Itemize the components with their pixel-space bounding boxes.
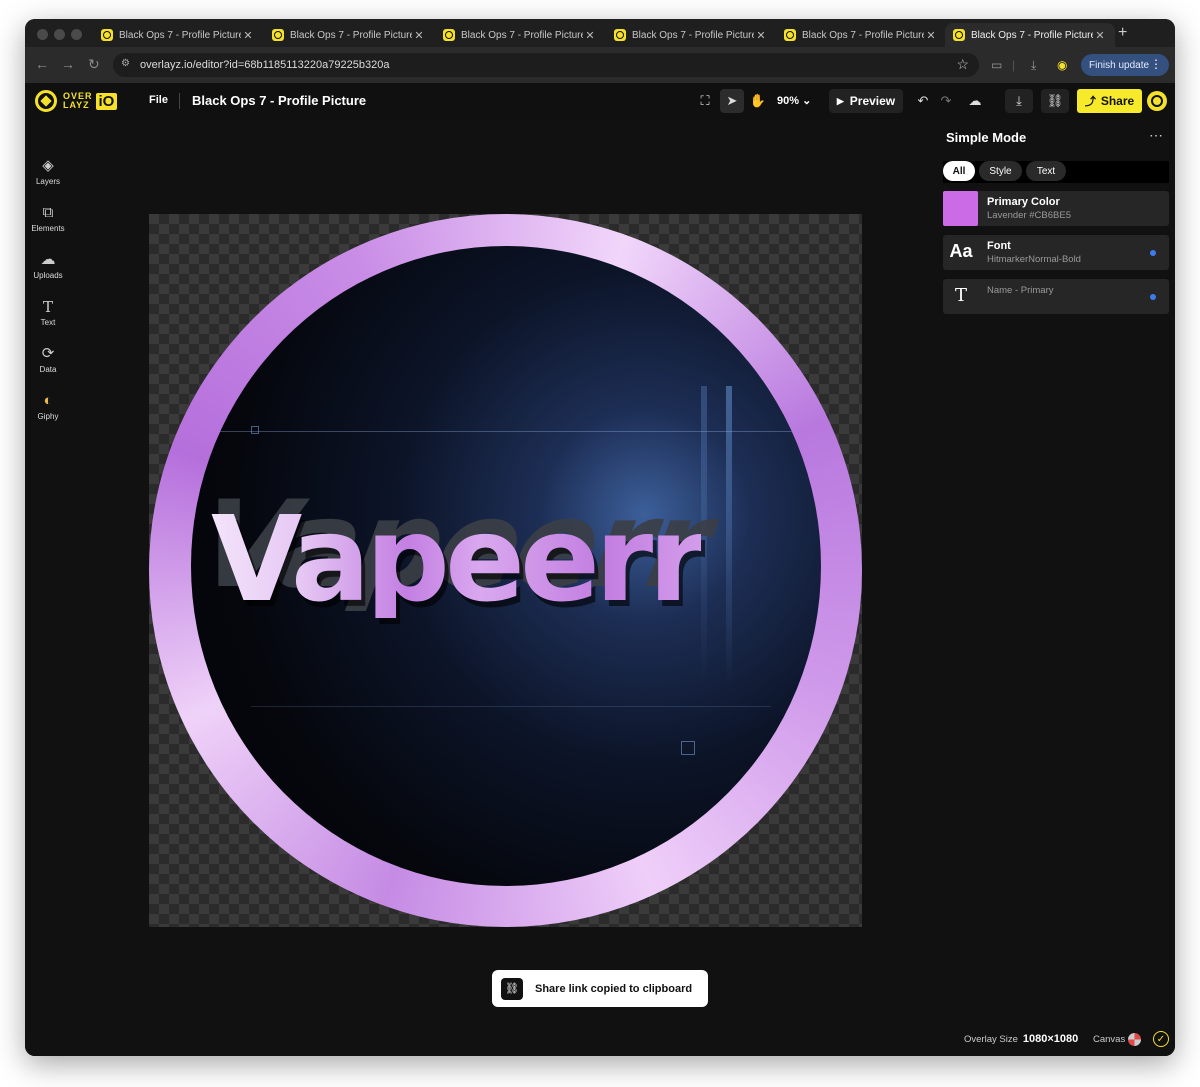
elements-icon: ⧉: [42, 204, 54, 221]
browser-window: Black Ops 7 - Profile Picture ✕ Black Op…: [25, 19, 1175, 1056]
tab-search-icon[interactable]: ▭: [991, 58, 1002, 72]
sidebar-item-giphy[interactable]: ◐ Giphy: [25, 392, 71, 421]
close-tab-icon[interactable]: ✕: [412, 29, 426, 42]
extension-icon[interactable]: ◉: [1057, 58, 1067, 72]
panel-title: Simple Mode: [946, 130, 1027, 145]
overlayz-favicon-icon: [614, 29, 626, 41]
account-avatar-icon[interactable]: [1147, 91, 1167, 111]
overlayz-favicon-icon: [784, 29, 796, 41]
browser-tab-active[interactable]: Black Ops 7 - Profile Picture ✕: [945, 23, 1115, 47]
data-icon: ⟳: [41, 345, 55, 362]
sidebar-item-elements[interactable]: ⧉ Elements: [25, 204, 71, 233]
minimize-window-icon[interactable]: [54, 29, 65, 40]
font-card[interactable]: Aa Font HitmarkerNormal-Bold: [943, 235, 1169, 270]
simple-mode-panel: Simple Mode ⋯ All Style Text Primary Col…: [931, 119, 1175, 1056]
toast-notification: ⛓ Share link copied to clipboard: [492, 970, 708, 1007]
layers-icon: ◈: [42, 157, 54, 174]
new-tab-icon[interactable]: +: [1118, 24, 1127, 42]
share-icon: ⤴: [1084, 96, 1096, 108]
play-icon: ▶: [836, 95, 844, 106]
redo-icon[interactable]: ↷: [934, 89, 958, 113]
canvas-stage: Vapeerr Vapeerr ⛓ Share link copied to c…: [71, 119, 931, 1056]
font-aa-icon: Aa: [949, 241, 973, 261]
design-canvas[interactable]: Vapeerr Vapeerr: [149, 214, 862, 927]
overlay-size-status: Overlay Size 1080×1080: [964, 1033, 1079, 1045]
divider: [179, 93, 180, 109]
browser-tab[interactable]: Black Ops 7 - Profile Picture ✕: [776, 23, 946, 47]
cloud-saved-icon[interactable]: ☁: [963, 89, 987, 113]
overlayz-logo[interactable]: OVER LAYZ iO: [35, 90, 118, 112]
select-pointer-icon[interactable]: ➤: [720, 89, 744, 113]
canvas-transparency-icon[interactable]: [1128, 1033, 1141, 1046]
sidebar-item-uploads[interactable]: ☁ Uploads: [25, 251, 71, 280]
download-icon[interactable]: ⤓: [1031, 58, 1036, 73]
zoom-dropdown[interactable]: 90% ⌄: [777, 94, 811, 107]
file-menu[interactable]: File: [149, 94, 168, 106]
status-check-icon[interactable]: ✓: [1153, 1031, 1169, 1047]
app-header: OVER LAYZ iO File Black Ops 7 - Profile …: [25, 83, 1175, 119]
undo-icon[interactable]: ↶: [911, 89, 935, 113]
back-icon[interactable]: ←: [35, 56, 49, 72]
download-button-icon[interactable]: ⤓: [1005, 89, 1033, 113]
more-options-icon[interactable]: ⋯: [1149, 127, 1163, 144]
close-tab-icon[interactable]: ✕: [583, 29, 597, 42]
maximize-window-icon[interactable]: [71, 29, 82, 40]
tab-all[interactable]: All: [943, 161, 975, 181]
fit-screen-icon[interactable]: ⛶: [693, 89, 717, 113]
tab-strip: Black Ops 7 - Profile Picture ✕ Black Op…: [25, 19, 1175, 47]
address-bar-row: ← → ↻ ⚙ overlayz.io/editor?id=68b1185113…: [25, 47, 1175, 83]
close-tab-icon[interactable]: ✕: [1093, 29, 1107, 42]
reload-icon[interactable]: ↻: [88, 56, 100, 73]
browser-tab[interactable]: Black Ops 7 - Profile Picture ✕: [435, 23, 605, 47]
filter-tabs: All Style Text: [943, 161, 1169, 183]
sidebar-item-data[interactable]: ⟳ Data: [25, 345, 71, 374]
browser-tab[interactable]: Black Ops 7 - Profile Picture ✕: [606, 23, 776, 47]
color-swatch[interactable]: [943, 191, 978, 226]
link-icon: ⛓: [501, 977, 523, 1000]
text-t-icon: T: [954, 285, 967, 306]
overlayz-favicon-icon: [101, 29, 113, 41]
text-icon: T: [42, 298, 53, 316]
changed-indicator-dot: [1150, 294, 1156, 300]
name-primary-card[interactable]: T Name - Primary: [943, 279, 1169, 314]
finish-update-button[interactable]: Finish update ⋮: [1081, 54, 1169, 76]
sidebar-item-text[interactable]: T Text: [25, 298, 71, 327]
close-tab-icon[interactable]: ✕: [241, 29, 255, 42]
canvas-label: Canvas: [1093, 1034, 1126, 1045]
close-tab-icon[interactable]: ✕: [754, 29, 768, 42]
close-tab-icon[interactable]: ✕: [924, 29, 938, 42]
url-field[interactable]: ⚙ overlayz.io/editor?id=68b1185113220a79…: [113, 53, 979, 77]
primary-color-card[interactable]: Primary Color Lavender #CB6BE5: [943, 191, 1169, 226]
url-text: overlayz.io/editor?id=68b1185113220a7922…: [140, 59, 390, 71]
overlayz-logo-icon: [35, 90, 57, 112]
overlayz-favicon-icon: [443, 29, 455, 41]
giphy-icon: ◐: [43, 392, 53, 409]
site-settings-icon[interactable]: ⚙: [121, 58, 135, 72]
forward-icon[interactable]: →: [61, 56, 75, 72]
browser-tab[interactable]: Black Ops 7 - Profile Picture ✕: [264, 23, 434, 47]
overlayz-favicon-icon: [953, 29, 965, 41]
sidebar-item-layers[interactable]: ◈ Layers: [25, 157, 71, 186]
tab-text[interactable]: Text: [1026, 161, 1066, 181]
divider: |: [1012, 58, 1016, 72]
tab-style[interactable]: Style: [979, 161, 1022, 181]
overlayz-favicon-icon: [272, 29, 284, 41]
document-title[interactable]: Black Ops 7 - Profile Picture: [192, 93, 366, 108]
bookmark-star-icon[interactable]: ☆: [956, 56, 969, 73]
browser-menu-icon[interactable]: ⋮: [1150, 57, 1162, 71]
left-sidebar: ◈ Layers ⧉ Elements ☁ Uploads T Text ⟳ D…: [25, 119, 71, 1056]
hand-pan-icon[interactable]: ✋: [746, 89, 770, 113]
upload-cloud-icon: ☁: [40, 251, 56, 268]
preview-button[interactable]: ▶ Preview: [829, 89, 903, 113]
close-window-icon[interactable]: [37, 29, 48, 40]
share-button[interactable]: ⤴ Share: [1077, 89, 1142, 113]
name-primary-text[interactable]: Vapeerr: [211, 500, 706, 618]
browser-tab[interactable]: Black Ops 7 - Profile Picture ✕: [93, 23, 263, 47]
copy-link-icon[interactable]: ⛓: [1041, 89, 1069, 113]
changed-indicator-dot: [1150, 250, 1156, 256]
